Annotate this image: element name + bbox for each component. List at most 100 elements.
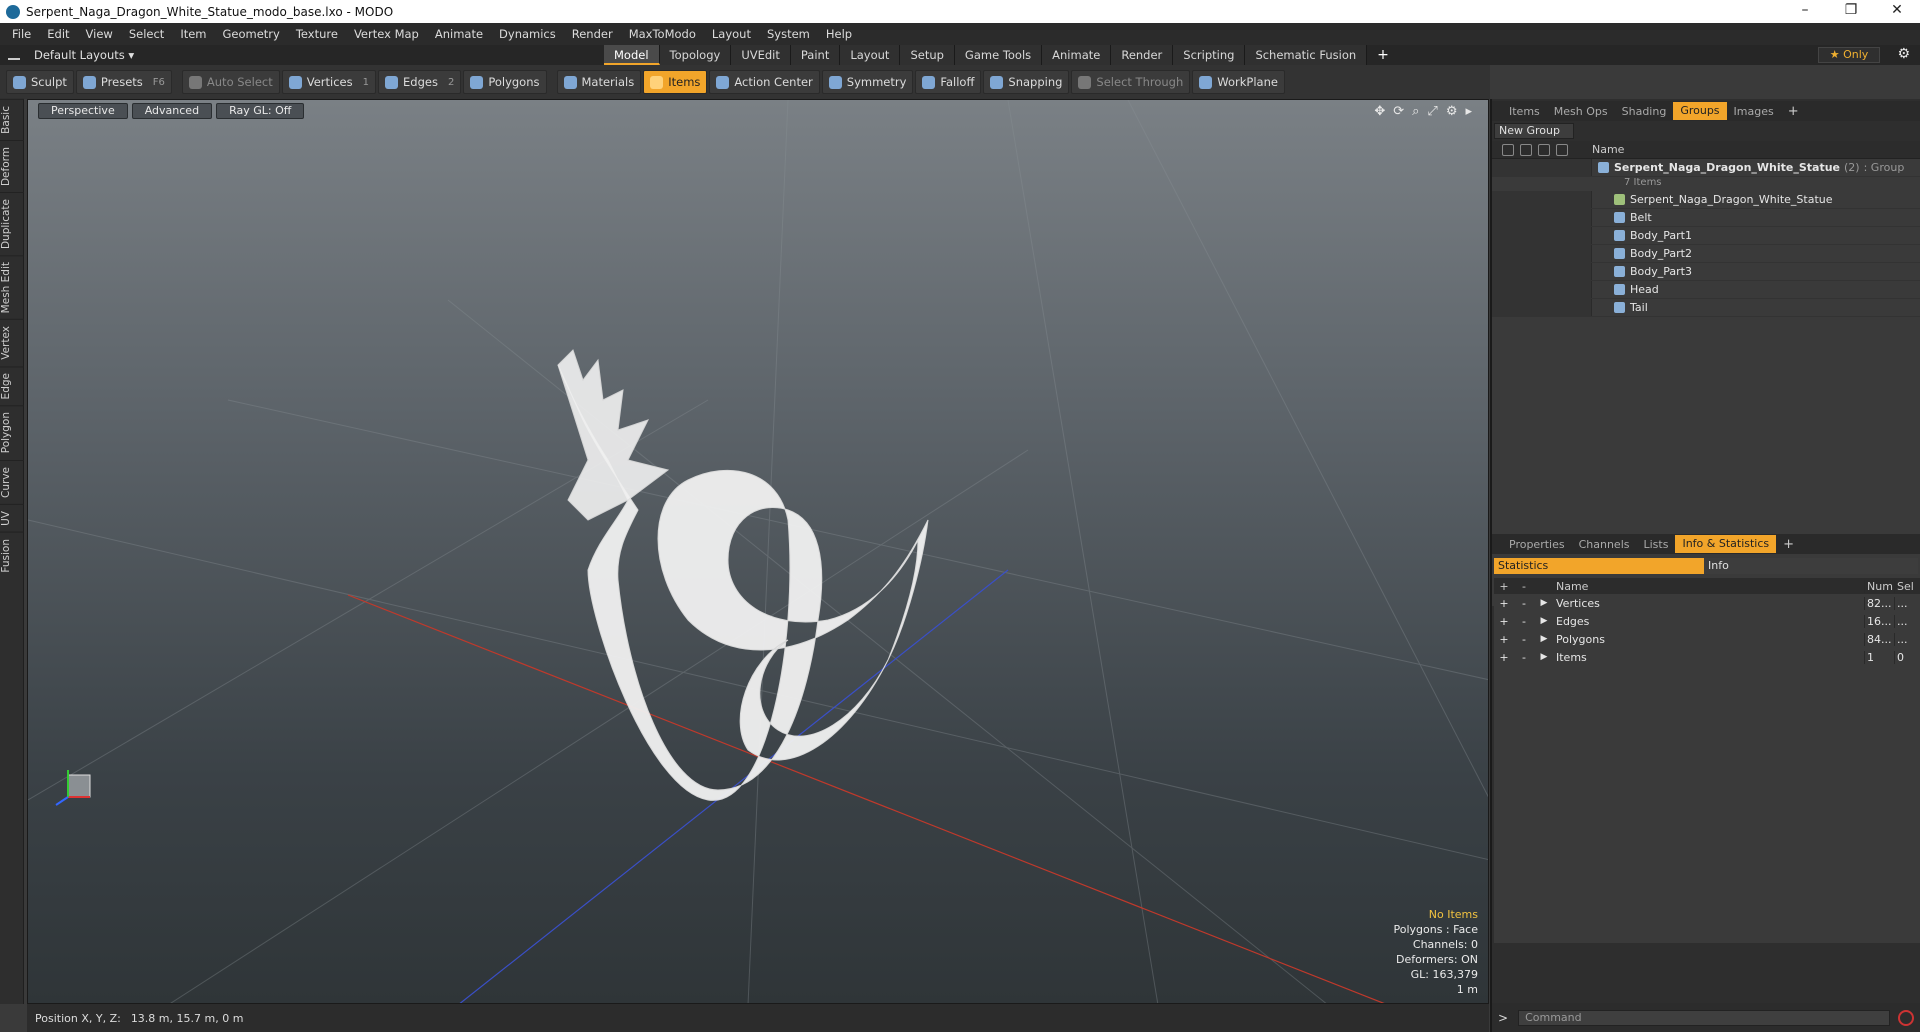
tab-setup[interactable]: Setup [900,45,955,65]
remove-icon[interactable]: - [1514,651,1534,664]
remove-icon[interactable]: - [1514,615,1534,628]
menu-animate[interactable]: Animate [427,27,491,41]
tab-groups[interactable]: Groups [1673,102,1727,120]
table-row[interactable]: + - ▶ Vertices 82... ... [1494,594,1920,612]
add-tab-icon[interactable]: + [1776,537,1801,552]
presets-button[interactable]: Presets F6 [75,70,172,94]
tab-shading[interactable]: Shading [1615,105,1674,118]
tab-channels[interactable]: Channels [1572,538,1637,551]
list-item[interactable]: Body_Part1 [1492,227,1920,245]
statistics-tab[interactable]: Statistics [1494,558,1704,574]
menu-system[interactable]: System [759,27,818,41]
expand-icon[interactable]: ▶ [1534,634,1554,644]
table-row[interactable]: + - ▶ Items 1 0 [1494,648,1920,666]
materials-button[interactable]: Materials [556,70,642,94]
polygons-button[interactable]: Polygons [463,70,547,94]
close-button[interactable]: ✕ [1874,0,1920,23]
tab-game-tools[interactable]: Game Tools [954,45,1043,65]
tab-properties[interactable]: Properties [1502,538,1572,551]
command-input[interactable]: Command [1518,1009,1891,1026]
tab-images[interactable]: Images [1727,105,1781,118]
expand-arrow-icon[interactable]: ▸ [1465,104,1472,119]
tab-duplicate[interactable]: Duplicate [0,191,24,255]
maximize-button[interactable]: ❐ [1828,0,1874,23]
expand-icon[interactable]: ▶ [1534,652,1554,662]
viewport-settings-icon[interactable]: ⚙ [1446,104,1458,119]
eye-icon[interactable] [1502,143,1514,156]
zoom-view-icon[interactable]: ⌕ [1412,104,1419,119]
tab-mesh-ops[interactable]: Mesh Ops [1547,105,1615,118]
menu-render[interactable]: Render [564,27,621,41]
tab-polygon[interactable]: Polygon [0,405,24,460]
list-item[interactable]: Tail [1492,299,1920,317]
list-item[interactable]: Body_Part3 [1492,263,1920,281]
tab-vertex[interactable]: Vertex [0,319,24,366]
menu-vertex-map[interactable]: Vertex Map [346,27,427,41]
menu-file[interactable]: File [4,27,39,41]
gear-icon[interactable]: ⚙ [1897,46,1910,62]
workplane-button[interactable]: WorkPlane [1192,70,1285,94]
tab-layout[interactable]: Layout [840,45,901,65]
expand-icon[interactable]: ▶ [1534,598,1554,608]
tab-fusion[interactable]: Fusion [0,531,24,579]
select-through-button[interactable]: Select Through [1071,70,1191,94]
list-item[interactable]: Belt [1492,209,1920,227]
table-row[interactable]: + - ▶ Edges 16... ... [1494,612,1920,630]
menu-item[interactable]: Item [172,27,214,41]
symmetry-button[interactable]: Symmetry [821,70,914,94]
ray-gl-button[interactable]: Ray GL: Off [216,103,305,119]
action-center-button[interactable]: Action Center [709,70,820,94]
remove-icon[interactable]: - [1514,597,1534,610]
add-icon[interactable]: + [1494,633,1514,646]
new-group-button[interactable]: New Group [1494,123,1574,139]
tab-scripting[interactable]: Scripting [1173,45,1246,65]
tab-animate[interactable]: Animate [1042,45,1112,65]
menu-maxtomodo[interactable]: MaxToModo [621,27,704,41]
record-icon[interactable] [1898,1009,1915,1026]
tab-basic[interactable]: Basic [0,99,24,140]
tab-lists[interactable]: Lists [1637,538,1676,551]
only-button[interactable]: ★ Only [1818,47,1880,63]
snapping-button[interactable]: Snapping [983,70,1070,94]
menu-view[interactable]: View [78,27,121,41]
tab-deform[interactable]: Deform [0,139,24,192]
edges-button[interactable]: Edges 2 [378,70,462,94]
menu-help[interactable]: Help [818,27,860,41]
lock-icon[interactable] [1538,143,1550,156]
tab-topology[interactable]: Topology [659,45,732,65]
menu-geometry[interactable]: Geometry [215,27,288,41]
group-row[interactable]: Serpent_Naga_Dragon_White_Statue (2): Gro… [1492,159,1920,177]
select-icon[interactable] [1556,143,1568,156]
list-item[interactable]: Body_Part2 [1492,245,1920,263]
menu-dynamics[interactable]: Dynamics [491,27,564,41]
info-tab[interactable]: Info [1704,558,1918,574]
falloff-button[interactable]: Falloff [915,70,982,94]
add-icon[interactable]: + [1494,651,1514,664]
minimize-button[interactable]: – [1782,0,1828,23]
vertices-button[interactable]: Vertices 1 [281,70,376,94]
menu-layout[interactable]: Layout [704,27,759,41]
items-button[interactable]: Items [643,70,708,94]
tab-uv[interactable]: UV [0,503,24,532]
tab-model[interactable]: Model [604,45,660,65]
tab-edge[interactable]: Edge [0,365,24,406]
fit-view-icon[interactable]: ⤢ [1427,104,1437,119]
rotate-view-icon[interactable]: ⟳ [1393,104,1404,119]
list-item[interactable]: Head [1492,281,1920,299]
3d-viewport[interactable]: Perspective Advanced Ray GL: Off ✥ ⟳ ⌕ ⤢… [27,99,1489,1004]
menu-select[interactable]: Select [121,27,172,41]
tab-schematic-fusion[interactable]: Schematic Fusion [1245,45,1368,65]
remove-icon[interactable]: - [1514,633,1534,646]
tab-uvedit[interactable]: UVEdit [731,45,791,65]
menu-edit[interactable]: Edit [39,27,77,41]
table-row[interactable]: + - ▶ Polygons 84... ... [1494,630,1920,648]
tab-render[interactable]: Render [1111,45,1174,65]
add-tab-icon[interactable]: + [1781,104,1806,119]
tab-paint[interactable]: Paint [790,45,841,65]
tab-mesh-edit[interactable]: Mesh Edit [0,254,24,320]
add-tab-icon[interactable]: + [1367,45,1399,65]
move-view-icon[interactable]: ✥ [1374,104,1385,119]
tab-curve[interactable]: Curve [0,459,24,504]
list-item[interactable]: Serpent_Naga_Dragon_White_Statue [1492,191,1920,209]
tab-info-statistics[interactable]: Info & Statistics [1675,535,1777,553]
